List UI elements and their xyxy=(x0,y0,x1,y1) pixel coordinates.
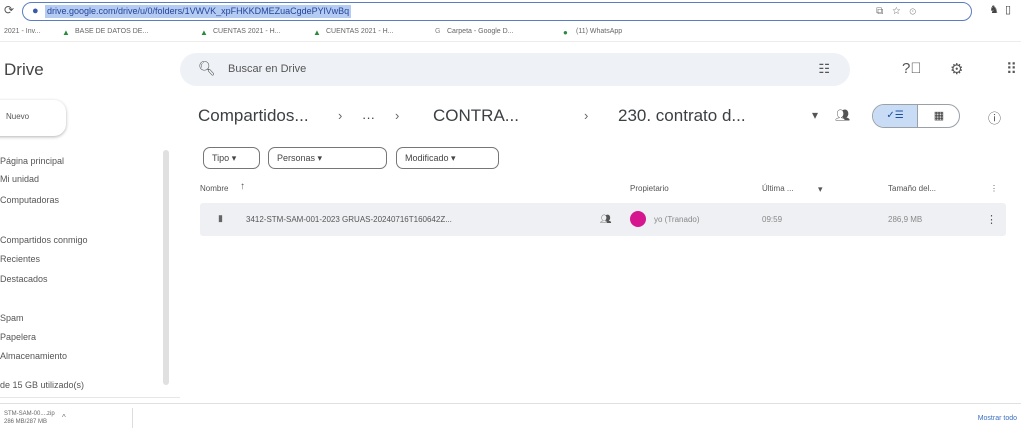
bookmarks-bar: 2021 - Inv... ▲ BASE DE DATOS DE... ▲ CU… xyxy=(0,24,1021,42)
app-title[interactable]: Drive xyxy=(4,60,44,80)
sidebar-item-my-drive[interactable]: Mi unidad xyxy=(0,174,39,184)
extensions-icons[interactable]: ♞▯ xyxy=(989,3,1017,16)
column-header-owner[interactable]: Propietario xyxy=(630,184,669,193)
column-options-icon[interactable]: ⋮ xyxy=(990,184,998,193)
breadcrumb-separator-icon: › xyxy=(584,108,589,123)
bookmark-item[interactable]: (11) WhatsApp xyxy=(576,28,622,35)
sidebar-item-spam[interactable]: Spam xyxy=(0,313,24,323)
zip-file-icon: ▮ xyxy=(218,213,223,223)
view-toggle[interactable]: ✓☰ ▦ xyxy=(872,104,960,128)
reload-icon[interactable]: ⟳ xyxy=(4,3,14,17)
chevron-up-icon[interactable]: ^ xyxy=(62,413,66,422)
new-button[interactable]: Nuevo xyxy=(0,100,66,136)
show-all-downloads[interactable]: Mostrar todo xyxy=(978,415,1017,422)
breadcrumb-current[interactable]: 230. contrato d... xyxy=(618,106,746,126)
download-item[interactable]: STM-SAM-00....zip 286 MB/287 MB xyxy=(4,410,55,426)
new-button-label: Nuevo xyxy=(6,112,30,121)
help-icon[interactable]: ?⃝ xyxy=(902,60,922,77)
search-input[interactable]: Buscar en Drive xyxy=(228,63,306,75)
download-progress: 286 MB/287 MB xyxy=(4,419,48,425)
search-options-icon[interactable]: ☷ xyxy=(818,61,830,77)
bookmark-item[interactable]: CUENTAS 2021 - H... xyxy=(326,28,394,35)
file-modified: 09:59 xyxy=(762,215,783,224)
breadcrumb-item[interactable]: Compartidos... xyxy=(198,106,309,126)
address-bar[interactable]: ● drive.google.com/drive/u/0/folders/1VW… xyxy=(22,2,972,21)
column-header-size[interactable]: Tamaño del... xyxy=(888,184,936,193)
sidebar-item-trash[interactable]: Papelera xyxy=(0,332,36,342)
bookmark-item[interactable]: BASE DE DATOS DE... xyxy=(75,28,148,35)
more-actions-icon[interactable]: ⋮ xyxy=(986,213,997,226)
download-divider xyxy=(132,408,133,428)
table-row[interactable]: ▮ 3412-STM-SAM-001-2023 GRUAS-20240716T1… xyxy=(200,203,1006,236)
whatsapp-icon: ● xyxy=(563,28,568,37)
search-bar[interactable]: 🔍︎ Buscar en Drive ☷ xyxy=(180,53,850,86)
url-text[interactable]: drive.google.com/drive/u/0/folders/1VWVK… xyxy=(45,5,352,18)
sidebar-item-home[interactable]: Página principal xyxy=(0,156,64,166)
shared-folder-icon[interactable]: 👥︎ xyxy=(835,108,850,122)
drive-bookmark-icon: ▲ xyxy=(200,28,208,37)
drive-bookmark-icon: ▲ xyxy=(313,28,321,37)
breadcrumb-separator-icon: › xyxy=(395,108,400,123)
sidebar-item-computers[interactable]: Computadoras xyxy=(0,195,59,205)
filter-type[interactable]: Tipo ▾ xyxy=(203,147,260,169)
bookmark-item[interactable]: Carpeta - Google D... xyxy=(447,28,514,35)
column-header-modified[interactable]: Última ... xyxy=(762,184,794,193)
lock-icon[interactable]: ● xyxy=(32,5,39,17)
sidebar-item-starred[interactable]: Destacados xyxy=(0,274,48,284)
omnibox-actions-icons[interactable]: ⧉☆⊙ xyxy=(876,6,925,17)
chevron-down-icon: ▾ xyxy=(451,153,456,163)
filter-people-label: Personas xyxy=(277,153,316,163)
bookmark-item[interactable]: CUENTAS 2021 - H... xyxy=(213,28,281,35)
sidebar-item-storage[interactable]: Almacenamiento xyxy=(0,351,67,361)
chevron-down-icon: ▾ xyxy=(317,153,323,163)
grid-view-icon[interactable]: ▦ xyxy=(918,105,959,127)
filter-people[interactable]: Personas ▾ xyxy=(268,147,387,169)
bookmark-item[interactable]: 2021 - Inv... xyxy=(4,28,40,35)
drive-bookmark-icon: ▲ xyxy=(62,28,70,37)
file-name[interactable]: 3412-STM-SAM-001-2023 GRUAS-20240716T160… xyxy=(246,215,452,224)
apps-icon[interactable]: ⠿ xyxy=(1006,60,1017,78)
info-icon[interactable]: ⓘ xyxy=(988,108,1001,127)
chevron-down-icon: ▾ xyxy=(231,153,237,163)
sort-arrow-icon[interactable]: ↑ xyxy=(240,181,245,192)
breadcrumb-item[interactable]: CONTRA... xyxy=(433,106,519,126)
storage-usage-text: de 15 GB utilizado(s) xyxy=(0,380,85,390)
sidebar-divider xyxy=(0,397,180,398)
download-file-name: STM-SAM-00....zip xyxy=(4,411,55,417)
sidebar-item-recent[interactable]: Recientes xyxy=(0,254,40,264)
address-row: ⟳ ● drive.google.com/drive/u/0/folders/1… xyxy=(0,0,1021,24)
settings-icon[interactable]: ⚙ xyxy=(950,60,963,78)
search-icon[interactable]: 🔍︎ xyxy=(198,60,216,77)
filter-modified-label: Modificado xyxy=(405,153,449,163)
file-owner: yo (Tranado) xyxy=(654,215,700,224)
breadcrumb-separator-icon: › xyxy=(338,108,343,123)
google-icon: G xyxy=(435,28,441,35)
column-header-name[interactable]: Nombre xyxy=(200,184,228,193)
sidebar-scrollbar[interactable] xyxy=(163,150,169,385)
downloads-bar: STM-SAM-00....zip 286 MB/287 MB ^ Mostra… xyxy=(0,403,1021,432)
list-view-icon[interactable]: ✓☰ xyxy=(873,105,918,127)
sidebar-item-shared[interactable]: Compartidos conmigo xyxy=(0,235,88,245)
shared-icon: 👥︎ xyxy=(600,214,612,224)
sort-down-icon[interactable]: ▾ xyxy=(818,184,823,195)
filter-modified[interactable]: Modificado ▾ xyxy=(396,147,499,169)
file-size: 286,9 MB xyxy=(888,215,923,224)
filter-type-label: Tipo xyxy=(212,153,230,163)
avatar xyxy=(630,211,646,227)
dropdown-arrow-icon[interactable]: ▾ xyxy=(812,108,818,122)
breadcrumb-more[interactable]: ··· xyxy=(362,110,375,125)
